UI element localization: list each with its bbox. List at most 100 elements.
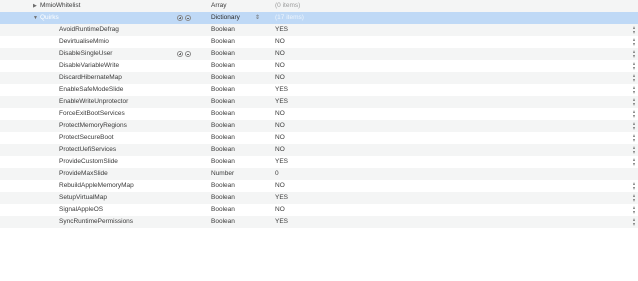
row-key[interactable]: RebuildAppleMemoryMap — [59, 180, 134, 192]
row-type[interactable]: Boolean — [211, 60, 235, 72]
row-key[interactable]: ProtectUefiServices — [59, 144, 116, 156]
plist-row[interactable]: ProvideMaxSlide Number 0 — [0, 168, 638, 180]
row-type[interactable]: Boolean — [211, 24, 235, 36]
row-type[interactable]: Boolean — [211, 108, 235, 120]
row-key[interactable]: ForceExitBootServices — [59, 108, 125, 120]
value-stepper-icon[interactable] — [633, 62, 636, 70]
plist-row[interactable]: SetupVirtualMap Boolean YES — [0, 192, 638, 204]
row-value[interactable]: NO — [275, 180, 285, 192]
row-value[interactable]: YES — [275, 96, 288, 108]
row-type[interactable]: Boolean — [211, 132, 235, 144]
plist-row[interactable]: ProtectUefiServices Boolean NO — [0, 144, 638, 156]
row-add-remove-controls — [177, 12, 197, 24]
row-value[interactable]: NO — [275, 144, 285, 156]
value-stepper-icon[interactable] — [633, 26, 636, 34]
plist-row[interactable]: DisableVariableWrite Boolean NO — [0, 60, 638, 72]
remove-row-icon[interactable] — [185, 15, 191, 21]
row-key[interactable]: EnableSafeModeSlide — [59, 84, 123, 96]
row-key[interactable]: AvoidRuntimeDefrag — [59, 24, 119, 36]
value-stepper-icon[interactable] — [633, 146, 636, 154]
plist-row[interactable]: RebuildAppleMemoryMap Boolean NO — [0, 180, 638, 192]
plist-row[interactable]: ProtectMemoryRegions Boolean NO — [0, 120, 638, 132]
row-type[interactable]: Boolean — [211, 216, 235, 228]
row-type[interactable]: Boolean — [211, 180, 235, 192]
row-key[interactable]: Quirks — [40, 12, 59, 24]
plist-row[interactable]: DiscardHibernateMap Boolean NO — [0, 72, 638, 84]
type-popup-stepper-icon[interactable]: ⇕ — [255, 12, 260, 24]
row-type[interactable]: Dictionary — [211, 12, 240, 24]
value-stepper-icon[interactable] — [633, 122, 636, 130]
row-type[interactable]: Boolean — [211, 36, 235, 48]
row-value[interactable]: (0 items) — [275, 0, 300, 12]
row-value[interactable]: NO — [275, 204, 285, 216]
row-value[interactable]: NO — [275, 108, 285, 120]
row-value[interactable]: YES — [275, 192, 288, 204]
row-type[interactable]: Boolean — [211, 48, 235, 60]
row-key[interactable]: ProvideCustomSlide — [59, 156, 118, 168]
value-stepper-icon[interactable] — [633, 74, 636, 82]
row-value[interactable]: YES — [275, 84, 288, 96]
row-type[interactable]: Array — [211, 0, 227, 12]
plist-row[interactable]: EnableSafeModeSlide Boolean YES — [0, 84, 638, 96]
row-value[interactable]: NO — [275, 120, 285, 132]
add-row-icon[interactable] — [177, 51, 183, 57]
value-stepper-icon[interactable] — [633, 98, 636, 106]
row-key[interactable]: DiscardHibernateMap — [59, 72, 122, 84]
value-stepper-icon[interactable] — [633, 110, 636, 118]
plist-row[interactable]: ForceExitBootServices Boolean NO — [0, 108, 638, 120]
value-stepper-icon[interactable] — [633, 50, 636, 58]
row-key[interactable]: ProvideMaxSlide — [59, 168, 108, 180]
row-type[interactable]: Boolean — [211, 192, 235, 204]
plist-row[interactable]: SyncRuntimePermissions Boolean YES — [0, 216, 638, 228]
row-value[interactable]: YES — [275, 24, 288, 36]
row-key[interactable]: EnableWriteUnprotector — [59, 96, 128, 108]
row-key[interactable]: DisableSingleUser — [59, 48, 112, 60]
row-type[interactable]: Boolean — [211, 72, 235, 84]
row-key[interactable]: SignalAppleOS — [59, 204, 103, 216]
plist-row[interactable]: DisableSingleUser Boolean NO — [0, 48, 638, 60]
value-stepper-icon[interactable] — [633, 86, 636, 94]
row-key[interactable]: DisableVariableWrite — [59, 60, 119, 72]
disclosure-triangle-closed-icon[interactable]: ▶ — [33, 0, 37, 12]
plist-row[interactable]: ▼ Quirks Dictionary ⇕ (17 items) — [0, 12, 638, 24]
row-value[interactable]: NO — [275, 48, 285, 60]
value-stepper-icon[interactable] — [633, 134, 636, 142]
plist-row[interactable]: AvoidRuntimeDefrag Boolean YES — [0, 24, 638, 36]
plist-row[interactable]: ProvideCustomSlide Boolean YES — [0, 156, 638, 168]
value-stepper-icon[interactable] — [633, 38, 636, 46]
value-stepper-icon[interactable] — [633, 194, 636, 202]
plist-row[interactable]: SignalAppleOS Boolean NO — [0, 204, 638, 216]
row-value[interactable]: 0 — [275, 168, 279, 180]
row-type[interactable]: Boolean — [211, 120, 235, 132]
row-key[interactable]: SyncRuntimePermissions — [59, 216, 133, 228]
row-key[interactable]: ProtectSecureBoot — [59, 132, 114, 144]
value-stepper-icon[interactable] — [633, 182, 636, 190]
row-value[interactable]: NO — [275, 60, 285, 72]
row-type[interactable]: Boolean — [211, 84, 235, 96]
row-value[interactable]: NO — [275, 36, 285, 48]
plist-row[interactable]: EnableWriteUnprotector Boolean YES — [0, 96, 638, 108]
row-key[interactable]: SetupVirtualMap — [59, 192, 107, 204]
row-value[interactable]: NO — [275, 132, 285, 144]
plist-row[interactable]: ▶ MmioWhitelist Array (0 items) — [0, 0, 638, 12]
row-type[interactable]: Boolean — [211, 96, 235, 108]
row-type[interactable]: Boolean — [211, 204, 235, 216]
row-value[interactable]: (17 items) — [275, 12, 304, 24]
plist-row[interactable]: ProtectSecureBoot Boolean NO — [0, 132, 638, 144]
row-type[interactable]: Boolean — [211, 144, 235, 156]
row-key[interactable]: ProtectMemoryRegions — [59, 120, 127, 132]
value-stepper-icon[interactable] — [633, 158, 636, 166]
remove-row-icon[interactable] — [185, 51, 191, 57]
disclosure-triangle-open-icon[interactable]: ▼ — [33, 12, 38, 24]
add-row-icon[interactable] — [177, 15, 183, 21]
row-type[interactable]: Boolean — [211, 156, 235, 168]
value-stepper-icon[interactable] — [633, 206, 636, 214]
plist-row[interactable]: DevirtualiseMmio Boolean NO — [0, 36, 638, 48]
row-key[interactable]: DevirtualiseMmio — [59, 36, 109, 48]
row-value[interactable]: YES — [275, 216, 288, 228]
row-value[interactable]: YES — [275, 156, 288, 168]
row-value[interactable]: NO — [275, 72, 285, 84]
value-stepper-icon[interactable] — [633, 218, 636, 226]
row-type[interactable]: Number — [211, 168, 234, 180]
row-key[interactable]: MmioWhitelist — [40, 0, 80, 12]
